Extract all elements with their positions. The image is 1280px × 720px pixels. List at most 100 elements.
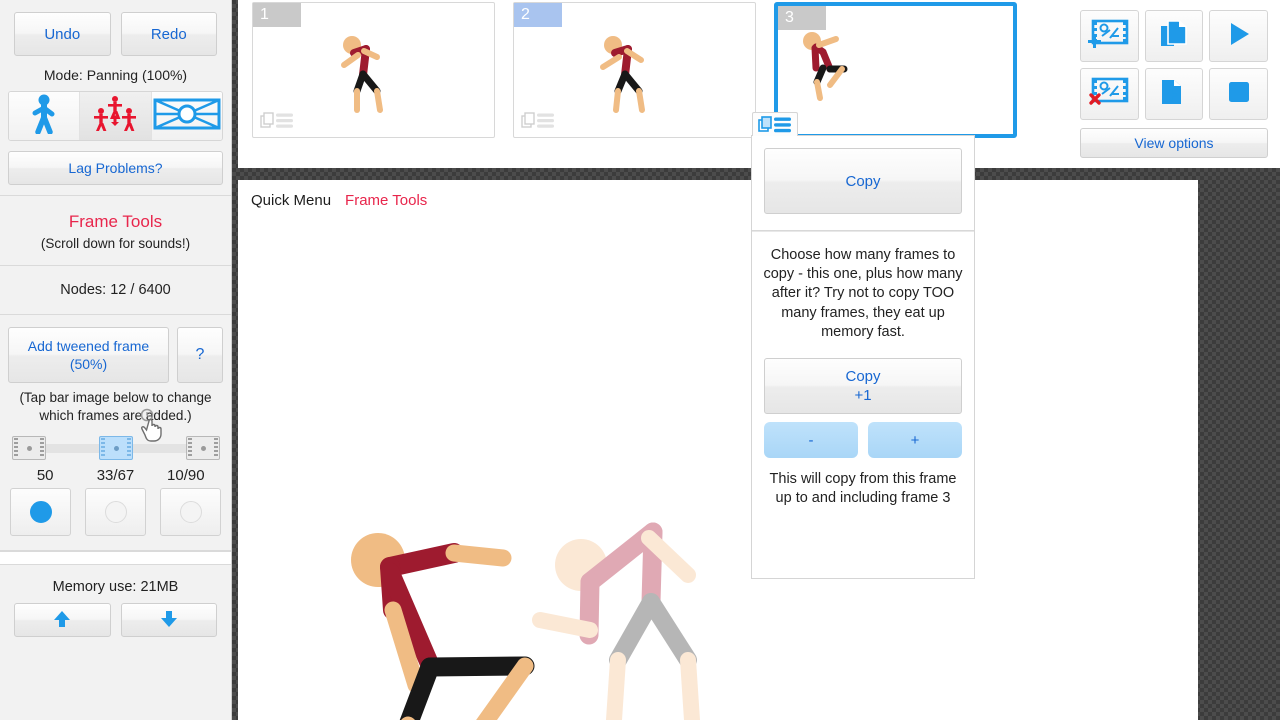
film-perforation-right (40, 438, 44, 458)
memory-section: Memory use: 21MB (0, 565, 231, 647)
memory-use-label: Memory use: 21MB (52, 579, 179, 595)
frame-thumbnail-2[interactable]: 2 (513, 2, 756, 138)
figure-mode-button[interactable] (9, 92, 81, 140)
left-sidebar: Undo Redo Mode: Panning (100%) Lag Probl… (0, 0, 232, 720)
tween-section: Add tweened frame (50%) ? (Tap bar image… (0, 315, 231, 551)
frame-bar-item-0[interactable] (12, 436, 46, 460)
tap-hint-line2: which frames are added.) (39, 408, 192, 423)
frame-tools-header: Frame Tools (Scroll down for sounds!) (0, 196, 231, 266)
film-perforation-left (14, 438, 18, 458)
tween-option-label-1: 33/67 (96, 467, 135, 484)
tween-row: Add tweened frame (50%) ? (0, 315, 231, 383)
tween-button-line1: Add tweened frame (27, 338, 150, 354)
mode-label: Mode: Panning (100%) (43, 67, 188, 83)
tween-radio-33-67[interactable] (85, 488, 146, 536)
walking-figure-icon (27, 94, 61, 139)
multi-figure-mode-button[interactable] (80, 92, 152, 140)
radio-circle (29, 501, 52, 523)
film-perforation-right (127, 438, 131, 458)
redo-button[interactable]: Redo (120, 12, 217, 56)
frame-tools-subtitle: (Scroll down for sounds!) (40, 236, 191, 251)
lag-problems-button[interactable]: Lag Problems? (8, 151, 223, 185)
frame-thumbnail-3[interactable]: 3 (774, 2, 1017, 138)
tween-option-label-2: 10/90 (167, 467, 205, 484)
film-x-icon (1088, 75, 1130, 114)
tween-help-button[interactable]: ? (177, 327, 223, 383)
current-figure (351, 533, 535, 720)
film-dot (200, 445, 206, 451)
copy-count-steppers: - + (764, 422, 962, 459)
film-perforation-left (101, 438, 105, 458)
increment-button[interactable]: + (868, 422, 962, 459)
film-plus-icon (1088, 17, 1130, 56)
frame-menu-icon[interactable] (260, 112, 294, 130)
frame-number-label: 2 (514, 3, 562, 27)
quick-menu-bar: Quick Menu Frame Tools (238, 180, 1198, 220)
pan-mode-button[interactable] (151, 92, 222, 140)
frame-tools-tab[interactable]: Frame Tools (345, 192, 427, 209)
main-canvas[interactable]: Quick Menu Frame Tools (238, 180, 1198, 720)
toolbar-button-grid (1080, 10, 1268, 120)
delete-frame-button[interactable] (1080, 68, 1139, 120)
film-dot (113, 445, 119, 451)
tween-radio-10-90[interactable] (160, 488, 221, 536)
scroll-down-button[interactable] (120, 603, 217, 637)
frame-thumbnail-1[interactable]: 1 (252, 2, 495, 138)
play-icon (1225, 20, 1253, 53)
nodes-section: Nodes: 12 / 6400 (0, 266, 231, 315)
undo-redo-row: Undo Redo (0, 0, 231, 62)
copy-button[interactable]: Copy (764, 148, 962, 214)
nodes-count-label: Nodes: 12 / 6400 (60, 282, 171, 298)
multi-figure-move-icon (93, 95, 137, 138)
undo-button[interactable]: Undo (14, 12, 111, 56)
pan-canvas-icon (153, 96, 221, 137)
figure-stage (351, 522, 701, 720)
play-button[interactable] (1209, 10, 1268, 62)
popup-footer-text: This will copy from this frame up to and… (769, 471, 957, 507)
sidebar-divider (0, 551, 231, 565)
copy-frames-popup: Copy Choose how many frames to copy - th… (751, 135, 975, 579)
tween-radio-50[interactable] (10, 488, 71, 536)
tap-bar-hint: (Tap bar image below to change which fra… (0, 383, 231, 429)
copy-plus-line1: Copy (845, 368, 881, 386)
right-toolbar: View options (1068, 0, 1280, 168)
scroll-up-button[interactable] (14, 603, 111, 637)
frame-menu-icon[interactable] (752, 112, 798, 136)
radio-circle (179, 501, 202, 523)
tween-option-radios (0, 484, 231, 550)
mode-button-group (8, 91, 223, 141)
sidebar-scroll-buttons (0, 603, 231, 647)
tap-hint-line1: (Tap bar image below to change (19, 390, 212, 405)
tween-button-line2: (50%) (69, 356, 108, 372)
frame-distribution-bar[interactable] (12, 433, 220, 463)
copy-plus-button[interactable]: Copy +1 (764, 358, 962, 415)
copy-pages-icon (1159, 18, 1189, 55)
frame-bar-item-2[interactable] (186, 436, 220, 460)
quick-menu-button[interactable]: Quick Menu (251, 192, 331, 209)
stop-icon (1226, 79, 1252, 110)
film-perforation-left (188, 438, 192, 458)
popup-description: Choose how many frames to copy - this on… (763, 247, 963, 340)
tween-option-label-0: 50 (36, 467, 54, 484)
copy-plus-line2: +1 (854, 387, 872, 405)
page-plus-icon (1158, 76, 1190, 113)
paste-frame-button[interactable] (1144, 68, 1204, 120)
view-options-button[interactable]: View options (1080, 128, 1268, 158)
arrow-up-icon (52, 609, 72, 632)
stop-button[interactable] (1209, 68, 1268, 120)
radio-circle (104, 501, 127, 523)
frame-menu-icon[interactable] (521, 112, 555, 130)
frame-number-label: 3 (778, 6, 826, 30)
frame-tools-title: Frame Tools (68, 212, 163, 231)
mouse-cursor (138, 408, 172, 447)
frame-number-label: 1 (253, 3, 301, 27)
add-frame-button[interactable] (1080, 10, 1139, 62)
duplicate-frame-button[interactable] (1144, 10, 1204, 62)
ghost-figure (532, 522, 701, 720)
add-tweened-frame-button[interactable]: Add tweened frame (50%) (8, 327, 169, 383)
history-section: Undo Redo Mode: Panning (100%) Lag Probl… (0, 0, 231, 196)
tween-option-labels: 50 33/67 10/90 (0, 463, 231, 484)
frame-bar-item-1[interactable] (99, 436, 133, 460)
decrement-button[interactable]: - (764, 422, 858, 459)
film-dot (26, 445, 32, 451)
